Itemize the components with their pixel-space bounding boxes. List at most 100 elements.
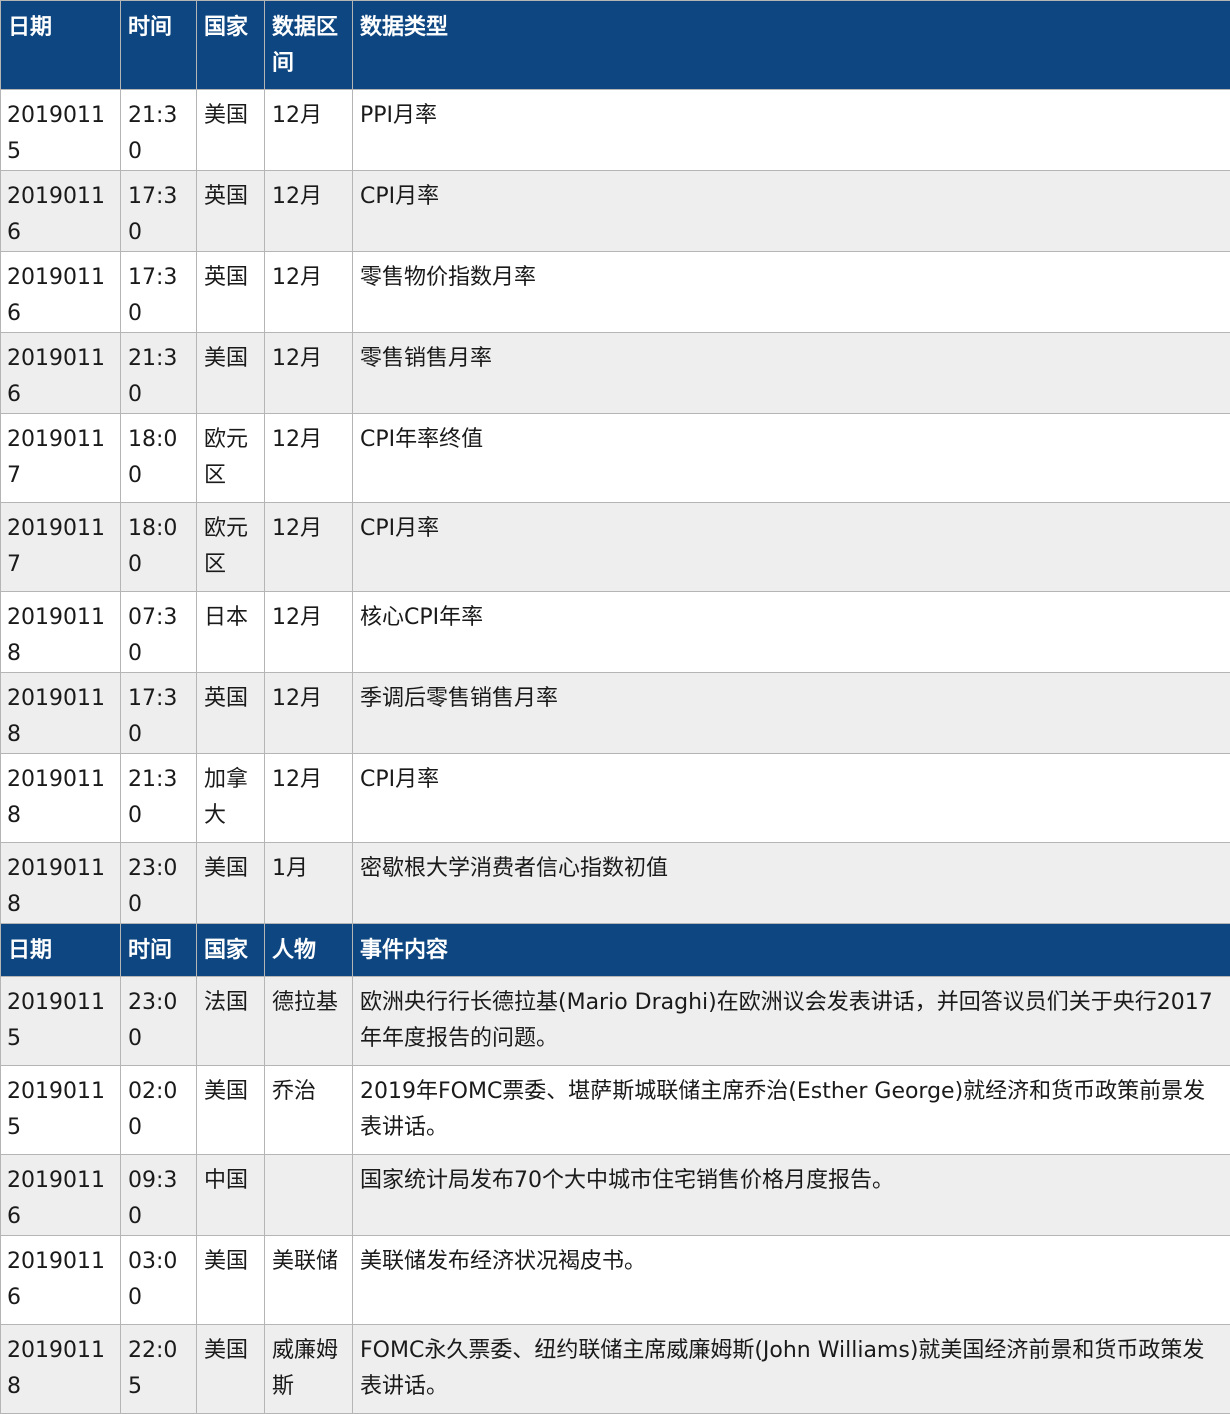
cell-event-content: 美联储发布经济状况褐皮书。 <box>353 1236 1230 1325</box>
cell-date: 20190116 <box>1 252 121 333</box>
cell-time: 18:00 <box>121 503 197 592</box>
cell-country: 英国 <box>197 252 265 333</box>
header-period: 数据区间 <box>265 1 353 90</box>
cell-date: 20190118 <box>1 1325 121 1414</box>
table-row: 20190115 21:30 美国 12月 PPI月率 <box>1 90 1230 171</box>
table-row: 20190116 21:30 美国 12月 零售销售月率 <box>1 333 1230 414</box>
header-country: 国家 <box>197 924 265 977</box>
cell-person: 美联储 <box>265 1236 353 1325</box>
cell-data-type: 季调后零售销售月率 <box>353 673 1230 754</box>
table-row: 20190118 21:30 加拿大 12月 CPI月率 <box>1 754 1230 843</box>
cell-data-type: 核心CPI年率 <box>353 592 1230 673</box>
cell-time: 09:30 <box>121 1155 197 1236</box>
header-person: 人物 <box>265 924 353 977</box>
event-header-row: 日期 时间 国家 人物 事件内容 <box>1 924 1230 977</box>
cell-data-type: 密歇根大学消费者信心指数初值 <box>353 843 1230 924</box>
cell-country: 美国 <box>197 1066 265 1155</box>
header-event-content: 事件内容 <box>353 924 1230 977</box>
cell-time: 18:00 <box>121 414 197 503</box>
cell-date: 20190118 <box>1 754 121 843</box>
cell-date: 20190118 <box>1 592 121 673</box>
cell-country: 欧元区 <box>197 414 265 503</box>
cell-time: 23:00 <box>121 843 197 924</box>
cell-data-type: 零售物价指数月率 <box>353 252 1230 333</box>
cell-country: 美国 <box>197 333 265 414</box>
cell-event-content: 欧洲央行行长德拉基(Mario Draghi)在欧洲议会发表讲话，并回答议员们关… <box>353 977 1230 1066</box>
cell-country: 美国 <box>197 90 265 171</box>
cell-time: 17:30 <box>121 252 197 333</box>
cell-time: 22:05 <box>121 1325 197 1414</box>
cell-country: 欧元区 <box>197 503 265 592</box>
cell-data-type: CPI月率 <box>353 503 1230 592</box>
event-data-body: 日期 时间 国家 人物 事件内容 20190115 23:00 法国 德拉基 欧… <box>1 924 1230 1414</box>
cell-data-type: CPI月率 <box>353 754 1230 843</box>
cell-time: 21:30 <box>121 333 197 414</box>
cell-time: 02:00 <box>121 1066 197 1155</box>
cell-country: 日本 <box>197 592 265 673</box>
cell-event-content: 2019年FOMC票委、堪萨斯城联储主席乔治(Esther George)就经济… <box>353 1066 1230 1155</box>
cell-data-type: PPI月率 <box>353 90 1230 171</box>
cell-person: 德拉基 <box>265 977 353 1066</box>
cell-date: 20190117 <box>1 503 121 592</box>
cell-time: 17:30 <box>121 673 197 754</box>
table-row: 20190116 03:00 美国 美联储 美联储发布经济状况褐皮书。 <box>1 1236 1230 1325</box>
table-row: 20190115 23:00 法国 德拉基 欧洲央行行长德拉基(Mario Dr… <box>1 977 1230 1066</box>
table-row: 20190118 17:30 英国 12月 季调后零售销售月率 <box>1 673 1230 754</box>
cell-person <box>265 1155 353 1236</box>
table-row: 20190116 17:30 英国 12月 CPI月率 <box>1 171 1230 252</box>
cell-country: 加拿大 <box>197 754 265 843</box>
header-time: 时间 <box>121 924 197 977</box>
cell-time: 17:30 <box>121 171 197 252</box>
header-date: 日期 <box>1 1 121 90</box>
cell-date: 20190116 <box>1 1155 121 1236</box>
cell-data-type: CPI年率终值 <box>353 414 1230 503</box>
cell-date: 20190115 <box>1 1066 121 1155</box>
cell-date: 20190116 <box>1 1236 121 1325</box>
cell-person: 威廉姆斯 <box>265 1325 353 1414</box>
cell-date: 20190118 <box>1 843 121 924</box>
cell-event-content: 国家统计局发布70个大中城市住宅销售价格月度报告。 <box>353 1155 1230 1236</box>
cell-country: 美国 <box>197 1325 265 1414</box>
cell-period: 12月 <box>265 252 353 333</box>
cell-data-type: 零售销售月率 <box>353 333 1230 414</box>
cell-country: 美国 <box>197 843 265 924</box>
cell-period: 12月 <box>265 673 353 754</box>
cell-country: 英国 <box>197 673 265 754</box>
table-row: 20190117 18:00 欧元区 12月 CPI月率 <box>1 503 1230 592</box>
cell-time: 21:30 <box>121 754 197 843</box>
cell-country: 美国 <box>197 1236 265 1325</box>
economic-header-row: 日期 时间 国家 数据区间 数据类型 <box>1 1 1230 90</box>
cell-period: 12月 <box>265 414 353 503</box>
cell-period: 12月 <box>265 754 353 843</box>
cell-time: 23:00 <box>121 977 197 1066</box>
table-row: 20190118 07:30 日本 12月 核心CPI年率 <box>1 592 1230 673</box>
table-row: 20190115 02:00 美国 乔治 2019年FOMC票委、堪萨斯城联储主… <box>1 1066 1230 1155</box>
calendar-table: 日期 时间 国家 数据区间 数据类型 20190115 21:30 美国 12月… <box>0 0 1230 1414</box>
cell-period: 12月 <box>265 592 353 673</box>
cell-date: 20190118 <box>1 673 121 754</box>
cell-date: 20190115 <box>1 90 121 171</box>
cell-data-type: CPI月率 <box>353 171 1230 252</box>
cell-country: 法国 <box>197 977 265 1066</box>
header-time: 时间 <box>121 1 197 90</box>
cell-date: 20190116 <box>1 171 121 252</box>
header-date: 日期 <box>1 924 121 977</box>
cell-date: 20190117 <box>1 414 121 503</box>
cell-event-content: FOMC永久票委、纽约联储主席威廉姆斯(John Williams)就美国经济前… <box>353 1325 1230 1414</box>
table-row: 20190116 09:30 中国 国家统计局发布70个大中城市住宅销售价格月度… <box>1 1155 1230 1236</box>
header-data-type: 数据类型 <box>353 1 1230 90</box>
table-row: 20190118 22:05 美国 威廉姆斯 FOMC永久票委、纽约联储主席威廉… <box>1 1325 1230 1414</box>
table-row: 20190116 17:30 英国 12月 零售物价指数月率 <box>1 252 1230 333</box>
cell-country: 英国 <box>197 171 265 252</box>
cell-period: 1月 <box>265 843 353 924</box>
table-row: 20190117 18:00 欧元区 12月 CPI年率终值 <box>1 414 1230 503</box>
cell-period: 12月 <box>265 503 353 592</box>
table-row: 20190118 23:00 美国 1月 密歇根大学消费者信心指数初值 <box>1 843 1230 924</box>
cell-date: 20190116 <box>1 333 121 414</box>
cell-time: 03:00 <box>121 1236 197 1325</box>
cell-person: 乔治 <box>265 1066 353 1155</box>
cell-time: 07:30 <box>121 592 197 673</box>
economic-data-body: 20190115 21:30 美国 12月 PPI月率 20190116 17:… <box>1 90 1230 924</box>
header-country: 国家 <box>197 1 265 90</box>
cell-period: 12月 <box>265 333 353 414</box>
